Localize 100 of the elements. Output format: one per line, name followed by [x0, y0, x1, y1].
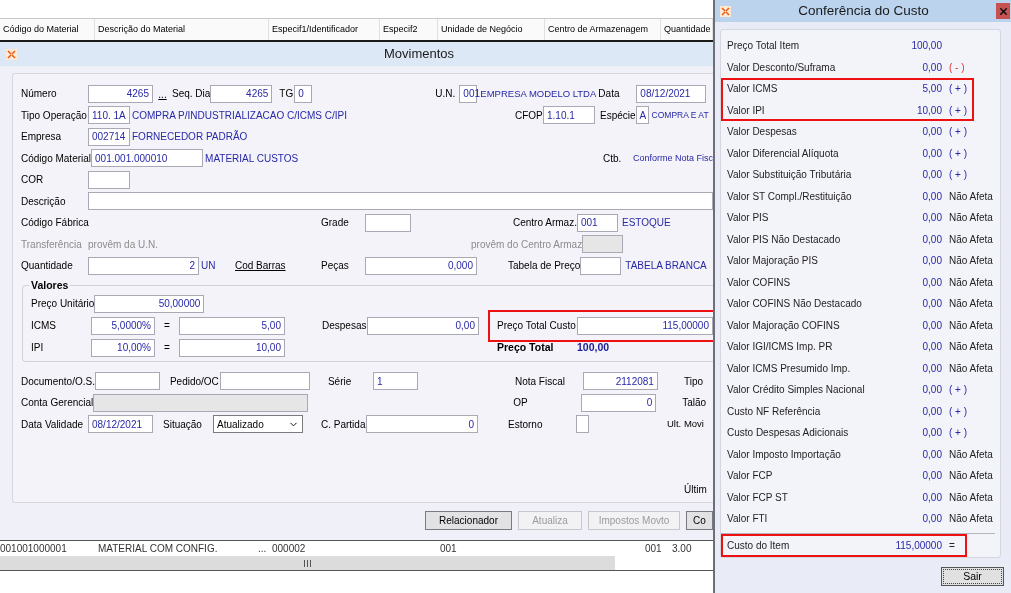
input-field[interactable]: A	[635, 106, 649, 125]
cost-label: Valor ST Compl./Restituição	[727, 189, 853, 204]
input-field[interactable]: 50,00000	[94, 294, 205, 313]
input-field[interactable]: 0	[294, 84, 313, 103]
cod-barras-link[interactable]: Cod Barras	[235, 258, 321, 274]
cost-effect: Não Afeta	[949, 340, 993, 355]
cost-effect: ( + )	[949, 426, 968, 441]
field-label: ICMS	[31, 319, 57, 333]
input-field[interactable]: 08/12/2021	[88, 415, 153, 434]
cost-effect: =	[949, 538, 955, 553]
total-label: Preço Total	[497, 339, 555, 355]
cost-effect: ( + )	[949, 103, 968, 118]
input-field[interactable]: 5,00	[179, 316, 285, 335]
table-cell-text: 001	[440, 542, 458, 556]
cost-label: Valor FCP ST	[727, 490, 789, 505]
close-button[interactable]	[996, 3, 1010, 19]
input-field[interactable]	[94, 372, 160, 391]
field-label: Data Validade	[21, 417, 85, 432]
input-field[interactable]: 001.001.000010	[91, 149, 204, 168]
field-label: IPI	[31, 341, 45, 355]
estorno-checkbox[interactable]	[576, 415, 589, 434]
cost-label: Valor PIS Não Destacado	[727, 232, 842, 247]
field-label: Data	[598, 87, 621, 102]
field-label: Preço Total Custo	[497, 319, 577, 333]
input-field[interactable]: 0,000	[365, 256, 477, 275]
cost-value: 0,00	[921, 318, 942, 333]
input-field[interactable]	[88, 192, 713, 211]
cost-value: 0,00	[921, 254, 942, 269]
cost-effect: ( - )	[949, 60, 965, 75]
field-label: =	[163, 319, 171, 333]
cost-effect: Não Afeta	[949, 469, 993, 484]
input-field[interactable]	[219, 372, 310, 391]
cost-effect: Não Afeta	[949, 275, 993, 290]
field-value: COMPRA P/INDUSTRIALIZACAO C/ICMS C/IPI	[132, 108, 349, 123]
cost-label: Valor IPI	[727, 103, 766, 118]
input-field[interactable]: 115,00000	[577, 316, 713, 335]
cost-value: 0,00	[921, 447, 942, 462]
field-label: Tabela de Preço	[508, 259, 581, 274]
field-label: Tipo	[683, 374, 703, 389]
close-icon	[997, 5, 1009, 17]
field-value: UN	[201, 259, 217, 274]
total-value: 100,00	[577, 339, 610, 355]
input-field[interactable]: 0,00	[367, 316, 479, 335]
input-field[interactable]: 1	[372, 372, 418, 391]
cost-value: 0,00	[921, 189, 942, 204]
sair-button[interactable]: Sair	[941, 567, 1004, 586]
input-field[interactable]: 001	[577, 213, 618, 232]
field-label: Pedido/OC	[169, 374, 220, 389]
action-button[interactable]: Co	[686, 511, 713, 530]
field-label: Empresa	[21, 130, 62, 145]
input-field[interactable]: 2	[88, 256, 199, 275]
input-field[interactable]: 10,00	[179, 338, 285, 357]
cost-effect: Não Afeta	[949, 254, 993, 269]
input-field[interactable]: 002714	[88, 127, 130, 146]
field-label: Centro Armaz.	[513, 216, 577, 231]
field-value: Conforme Nota Fisc	[633, 151, 713, 165]
cost-effect: Não Afeta	[949, 189, 993, 204]
input-field[interactable]: 2112081	[582, 372, 658, 391]
cost-effect: Não Afeta	[949, 297, 993, 312]
input-field[interactable]: 001	[459, 84, 478, 103]
table-cell-text: 001001000001	[0, 542, 68, 556]
cost-label: Valor COFINS	[727, 275, 792, 290]
input-field[interactable]: 4265	[210, 84, 273, 103]
cost-value: 0,00	[921, 404, 942, 419]
input-field[interactable]: 110. 1A	[88, 106, 130, 125]
cost-effect: ( + )	[949, 125, 968, 140]
situacao-select[interactable]: Atualizado	[213, 415, 303, 434]
cost-effect: ( + )	[949, 82, 968, 97]
field-label: Código Material	[21, 151, 92, 166]
input-field[interactable]: 08/12/2021	[636, 84, 707, 103]
field-label: TG	[279, 87, 295, 102]
table-cell-text: 001	[645, 542, 663, 556]
cost-effect: Não Afeta	[949, 232, 993, 247]
cost-label: Valor IGI/ICMS Imp. PR	[727, 340, 834, 355]
field-label: Ult. Movi	[667, 417, 704, 432]
cost-label: Valor Despesas	[727, 125, 798, 140]
input-field[interactable]	[580, 256, 622, 275]
input-field[interactable]: 4265	[88, 84, 153, 103]
input-field[interactable]: 10,00%	[91, 338, 155, 357]
cost-effect: Não Afeta	[949, 361, 993, 376]
cost-label: Custo Despesas Adicionais	[727, 426, 850, 441]
input-field[interactable]: 0	[366, 415, 478, 434]
action-button[interactable]: Relacionador	[425, 511, 512, 530]
input-field[interactable]: 1.10.1	[543, 106, 595, 125]
scrollbar-thumb[interactable]	[0, 556, 615, 570]
field-label: Código Fábrica	[21, 216, 90, 231]
lookup-link[interactable]: ...	[153, 86, 172, 105]
cost-label: Valor COFINS Não Destacado	[727, 297, 863, 312]
cost-value: 0,00	[921, 146, 942, 161]
input-field[interactable]	[88, 170, 130, 189]
field-label: Preço Unitário	[31, 297, 95, 311]
input-field[interactable]: 5,0000%	[91, 316, 155, 335]
cost-effect: Não Afeta	[949, 490, 993, 505]
cost-effect: Não Afeta	[949, 512, 993, 527]
cost-value: 0,00	[921, 426, 942, 441]
cost-effect: ( + )	[949, 404, 968, 419]
input-field[interactable]: 0	[581, 393, 657, 412]
field-label: Documento/O.S.	[21, 374, 95, 389]
input-field[interactable]	[365, 213, 411, 232]
app-icon	[720, 5, 731, 17]
